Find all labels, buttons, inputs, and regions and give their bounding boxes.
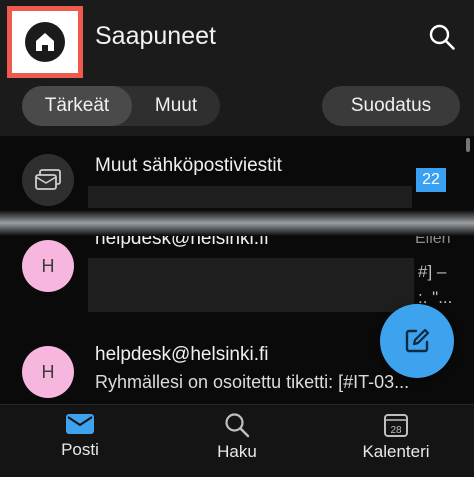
home-icon	[36, 33, 54, 51]
tab-important[interactable]: Tärkeät	[22, 86, 132, 126]
sender-name: helpdesk@helsinki.fi	[95, 344, 269, 365]
list-item-title: Muut sähköpostiviestit	[95, 155, 282, 176]
nav-mail[interactable]: Posti	[20, 412, 140, 460]
search-icon	[429, 24, 455, 50]
sender-name: helpdesk@helsinki.fi	[95, 236, 269, 249]
compose-button[interactable]	[380, 304, 454, 378]
tab-other[interactable]: Muut	[132, 86, 220, 126]
timestamp: Eilen	[415, 236, 451, 247]
home-icon-circle	[25, 22, 65, 62]
mail-icon	[66, 414, 94, 434]
unread-count-badge: 22	[416, 168, 446, 192]
nav-search-label: Haku	[217, 442, 257, 461]
row-top-clip: helpdesk@helsinki.fi Eilen	[0, 236, 474, 254]
stacked-mail-icon	[35, 169, 61, 190]
nav-calendar-label: Kalenteri	[362, 442, 430, 461]
sender-avatar: H	[22, 346, 74, 398]
filter-button[interactable]: Suodatus	[322, 86, 460, 126]
other-mail-avatar	[22, 154, 74, 206]
preview-fragment: #] –	[418, 262, 447, 281]
redacted-preview	[88, 258, 414, 312]
screenshot-tear	[0, 210, 474, 236]
calendar-icon: 28	[384, 414, 408, 437]
calendar-day: 28	[390, 425, 402, 436]
nav-calendar[interactable]: 28 Kalenteri	[336, 412, 456, 462]
home-button[interactable]	[7, 6, 83, 78]
nav-search[interactable]: Haku	[177, 412, 297, 462]
compose-icon	[405, 328, 430, 353]
message-preview: Ryhmällesi on osoitettu tiketti: [#IT-03…	[95, 372, 410, 392]
page-title: Saapuneet	[95, 22, 216, 50]
nav-mail-label: Posti	[61, 440, 99, 459]
search-button[interactable]	[428, 23, 456, 51]
search-icon	[225, 413, 250, 438]
redacted-preview	[88, 186, 412, 208]
